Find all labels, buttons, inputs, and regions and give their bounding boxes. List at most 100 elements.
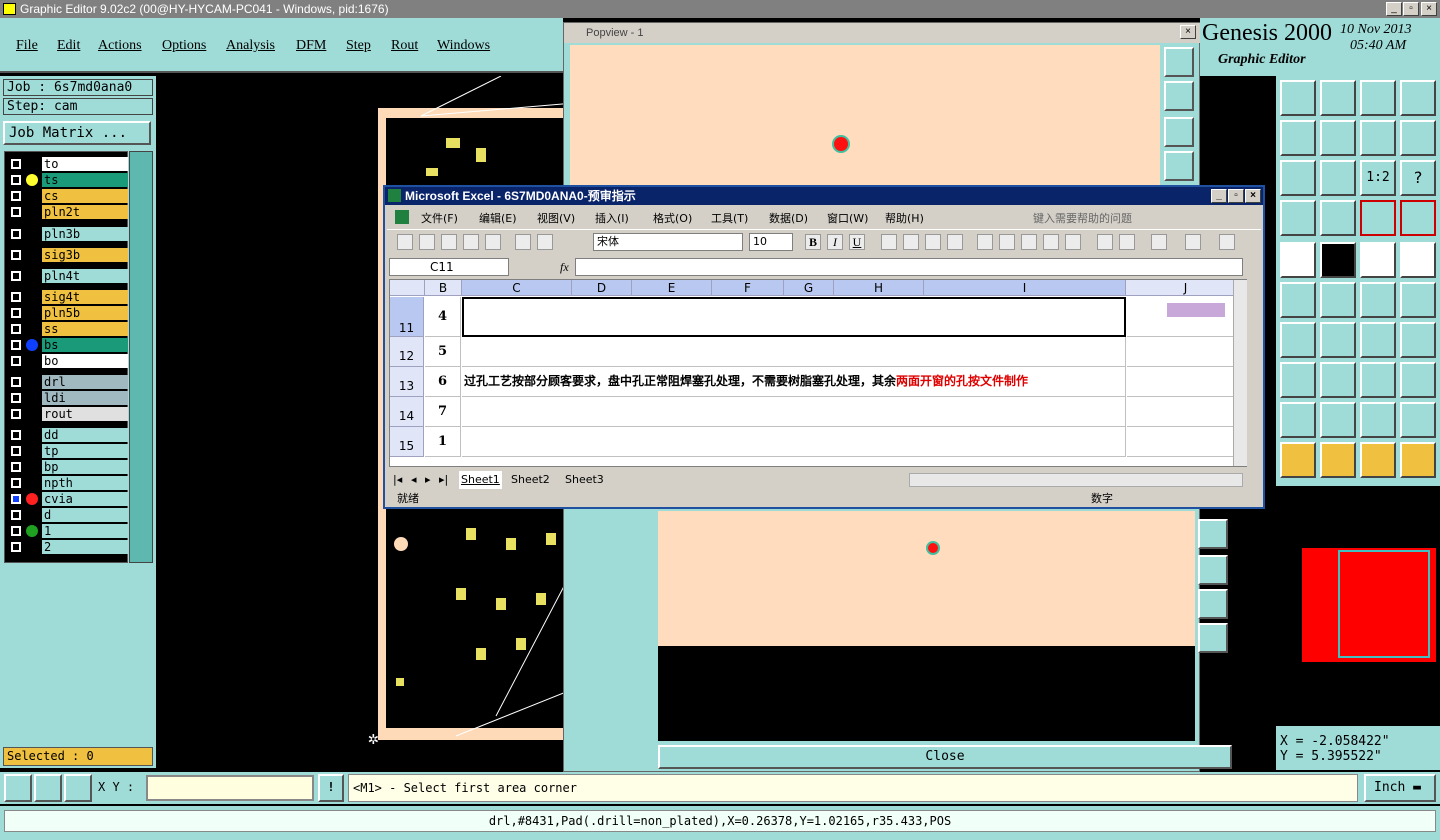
layer-name[interactable]: drl: [42, 375, 128, 389]
bold-button[interactable]: B: [805, 234, 821, 250]
menu-actions[interactable]: Actions: [98, 38, 142, 54]
alert-icon[interactable]: !: [318, 774, 344, 802]
layer-row[interactable]: npth: [5, 476, 129, 490]
increase-indent-icon[interactable]: [1119, 234, 1135, 250]
layer-checkbox[interactable]: [11, 308, 21, 318]
angle-icon[interactable]: [1280, 322, 1316, 358]
popview-close-button[interactable]: Close: [658, 745, 1232, 769]
pan-left-icon[interactable]: [1164, 151, 1194, 181]
name-box[interactable]: C11: [389, 258, 509, 276]
font-select[interactable]: 宋体: [593, 233, 743, 251]
layer-row[interactable]: ts: [5, 173, 129, 187]
column-header[interactable]: C: [462, 280, 572, 296]
excel-maximize-button[interactable]: ▫: [1228, 189, 1244, 203]
currency-icon[interactable]: [977, 234, 993, 250]
cell-j[interactable]: [1127, 397, 1247, 427]
layer-name[interactable]: pln3b: [42, 227, 128, 241]
layer-name[interactable]: to: [42, 157, 128, 171]
layer-row[interactable]: d: [5, 508, 129, 522]
layer-checkbox[interactable]: [11, 324, 21, 334]
column-header[interactable]: I: [924, 280, 1126, 296]
close-window-button[interactable]: ×: [1421, 2, 1437, 16]
row-header[interactable]: 11: [390, 297, 424, 337]
layer-name[interactable]: 2: [42, 540, 128, 554]
pointer-icon[interactable]: [1280, 442, 1316, 478]
layer-row[interactable]: pln3b: [5, 227, 129, 241]
layer-row[interactable]: 1: [5, 524, 129, 538]
ruler-icon[interactable]: [1360, 242, 1396, 278]
underline-button[interactable]: U: [849, 234, 865, 250]
cell-j[interactable]: [1127, 367, 1247, 397]
excel-close-button[interactable]: ×: [1245, 189, 1261, 203]
cut-line-icon[interactable]: [1320, 362, 1356, 398]
layer-checkbox[interactable]: [11, 229, 21, 239]
snap-icon[interactable]: [1400, 120, 1436, 156]
layer-row[interactable]: rout: [5, 407, 129, 421]
cell-c[interactable]: [462, 427, 1126, 457]
menu-windows[interactable]: Windows: [437, 38, 490, 54]
dimension-icon[interactable]: [1360, 362, 1396, 398]
horizontal-scrollbar[interactable]: [909, 473, 1243, 487]
layer-row[interactable]: pln2t: [5, 205, 129, 219]
triangle-icon[interactable]: [1280, 402, 1316, 438]
layer-checkbox[interactable]: [11, 510, 21, 520]
layer-row[interactable]: pln4t: [5, 269, 129, 283]
column-header[interactable]: H: [834, 280, 924, 296]
pan-down-icon[interactable]: [1164, 117, 1194, 147]
cell-c[interactable]: 过孔工艺按部分顾客要求，盘中孔正常阻焊塞孔处理，不需要树脂塞孔处理，其余两面开窗…: [462, 367, 1126, 397]
layer-row[interactable]: bo: [5, 354, 129, 368]
highlight-icon[interactable]: [1360, 200, 1396, 236]
sheet-nav-next-icon[interactable]: ▸: [425, 471, 431, 489]
zoom-fit-icon[interactable]: [1280, 160, 1316, 196]
excel-menu-insert[interactable]: 插入(I): [595, 210, 629, 226]
layer-row[interactable]: cvia: [5, 492, 129, 506]
layer-checkbox[interactable]: [11, 478, 21, 488]
layer-name[interactable]: tp: [42, 444, 128, 458]
layer-checkbox[interactable]: [11, 340, 21, 350]
borders-icon[interactable]: [1151, 234, 1167, 250]
cell-j-image[interactable]: [1127, 297, 1247, 337]
minimize-button[interactable]: _: [1386, 2, 1402, 16]
polygon-icon[interactable]: [1320, 402, 1356, 438]
layer-row[interactable]: ldi: [5, 391, 129, 405]
xy-input[interactable]: [146, 775, 314, 801]
layer-name[interactable]: ldi: [42, 391, 128, 405]
pan-right-icon[interactable]: [1198, 555, 1228, 585]
pad-add-icon[interactable]: [1280, 362, 1316, 398]
layer-row[interactable]: sig3b: [5, 248, 129, 262]
permission-icon[interactable]: [463, 234, 479, 250]
zoom-fit-icon[interactable]: [1198, 589, 1228, 619]
align-center-icon[interactable]: [903, 234, 919, 250]
units-select[interactable]: Inch ▬: [1364, 774, 1436, 802]
mini-map[interactable]: [1276, 486, 1440, 726]
surface-icon[interactable]: [1400, 402, 1436, 438]
cell-b[interactable]: 1: [425, 427, 461, 457]
select-area-icon[interactable]: [1320, 242, 1356, 278]
layer-name[interactable]: d: [42, 508, 128, 522]
home-view-icon[interactable]: [1360, 80, 1396, 116]
net-icon[interactable]: [1400, 200, 1436, 236]
split-view-icon[interactable]: [1400, 80, 1436, 116]
menu-options[interactable]: Options: [162, 38, 206, 54]
job-matrix-button[interactable]: Job Matrix ...: [3, 121, 151, 145]
layer-checkbox[interactable]: [11, 462, 21, 472]
pan-left-icon[interactable]: [1198, 519, 1228, 549]
layer-row[interactable]: drl: [5, 375, 129, 389]
excel-menu-edit[interactable]: 编辑(E): [479, 210, 517, 226]
column-header[interactable]: D: [572, 280, 632, 296]
fill-color-icon[interactable]: [1185, 234, 1201, 250]
layer-row[interactable]: dd: [5, 428, 129, 442]
excel-menu-format[interactable]: 格式(O): [653, 210, 692, 226]
layer-checkbox[interactable]: [11, 356, 21, 366]
row-header[interactable]: 15: [390, 427, 424, 457]
select-all-corner[interactable]: [390, 280, 425, 296]
layer-checkbox[interactable]: [11, 393, 21, 403]
popview-view-lower[interactable]: [658, 511, 1195, 646]
mini-map-viewport[interactable]: [1338, 550, 1430, 658]
layer-checkbox[interactable]: [11, 446, 21, 456]
menu-edit[interactable]: Edit: [57, 38, 80, 54]
layer-checkbox[interactable]: [11, 292, 21, 302]
layer-name[interactable]: npth: [42, 476, 128, 490]
arch-icon[interactable]: [1360, 402, 1396, 438]
column-header[interactable]: E: [632, 280, 712, 296]
